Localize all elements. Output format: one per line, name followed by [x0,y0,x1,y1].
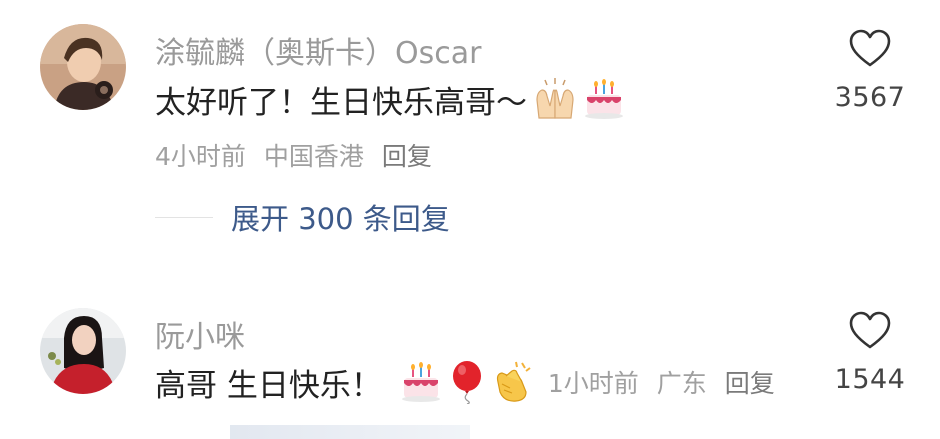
comment-time: 4小时前 [155,142,246,171]
next-comment-cutoff [230,425,470,439]
like-button[interactable]: 3567 [830,28,910,113]
comment-location: 中国香港 [263,142,364,171]
avatar[interactable] [40,308,126,394]
reply-button[interactable]: 回复 [382,142,432,171]
comment-location: 广东 [656,369,707,398]
username[interactable]: 涂毓麟（奥斯卡）Oscar [155,28,481,72]
raised-hands-emoji [533,78,577,120]
birthday-cake-emoji [400,361,442,403]
expand-replies-label[interactable]: 展开 300 条回复 [231,196,450,238]
clapping-hands-emoji [492,360,536,404]
comment-meta: 4小时前 中国香港 回复 [155,137,442,173]
comment-text: 高哥 生日快乐！ [155,367,382,404]
reply-button[interactable]: 回复 [725,369,775,398]
birthday-cake-emoji [583,78,625,120]
comment-meta: 1小时前 广东 回复 [548,364,785,400]
avatar-image [40,24,126,110]
heart-outline-icon [849,29,891,67]
expand-replies[interactable]: 展开 300 条回复 [155,196,450,238]
comment-text-row: 高哥 生日快乐！ 1小时前 广东 回复 [155,360,785,404]
like-count: 3567 [834,82,906,113]
username[interactable]: 阮小咪 [155,312,245,356]
comment-text-row: 太好听了！生日快乐高哥～ [155,78,625,121]
like-button[interactable]: 1544 [830,310,910,395]
expand-divider [155,216,213,218]
comment-text: 太好听了！生日快乐高哥～ [155,84,527,121]
avatar[interactable] [40,24,126,110]
balloon-emoji [448,360,486,404]
comment-time: 1小时前 [547,369,639,398]
like-count: 1544 [834,364,906,395]
heart-outline-icon [849,311,891,349]
avatar-image [40,308,126,394]
